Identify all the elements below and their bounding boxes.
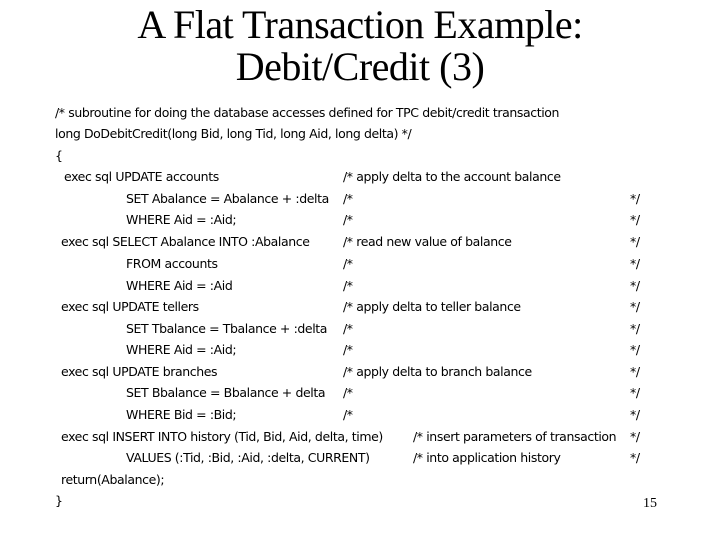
code-line-stmt: WHERE Aid = :Aid;: [126, 342, 237, 357]
comment-end: */: [630, 212, 640, 227]
code-line-comment: /*: [343, 212, 353, 227]
code-line-comment: /* insert parameters of transaction: [413, 429, 617, 444]
comment-end: */: [630, 364, 640, 379]
code-line-stmt: SET Tbalance = Tbalance + :delta: [126, 321, 328, 336]
comment-end: */: [630, 191, 640, 206]
open-brace: {: [55, 148, 63, 163]
comment-end: */: [630, 385, 640, 400]
page-number: 15: [643, 496, 657, 511]
code-line-stmt: exec sql SELECT Abalance INTO :Abalance: [61, 234, 310, 249]
comment-end: */: [630, 429, 640, 444]
close-brace: }: [55, 493, 63, 508]
comment-end: */: [630, 234, 640, 249]
return-statement: return(Abalance);: [61, 472, 165, 487]
code-line-stmt: exec sql INSERT INTO history (Tid, Bid, …: [61, 429, 383, 444]
code-line-comment: /*: [343, 278, 353, 293]
code-line-stmt: exec sql UPDATE branches: [61, 364, 218, 379]
code-line-comment: /*: [343, 256, 353, 271]
code-line-stmt: FROM accounts: [126, 256, 218, 271]
code-line-comment: /*: [343, 191, 353, 206]
code-line-stmt: WHERE Aid = :Aid: [126, 278, 233, 293]
code-line-comment: /* apply delta to teller balance: [343, 299, 521, 314]
code-block: /* subroutine for doing the database acc…: [0, 0, 720, 540]
function-signature: long DoDebitCredit(long Bid, long Tid, l…: [55, 126, 412, 141]
code-line-stmt: VALUES (:Tid, :Bid, :Aid, :delta, CURREN…: [126, 450, 370, 465]
code-line-stmt: SET Abalance = Abalance + :delta: [126, 191, 329, 206]
comment-end: */: [630, 321, 640, 336]
code-line-stmt: WHERE Bid = :Bid;: [126, 407, 237, 422]
code-line-comment: /* into application history: [413, 450, 561, 465]
code-line-stmt: exec sql UPDATE accounts: [64, 169, 219, 184]
code-line-comment: /*: [343, 407, 353, 422]
code-line-comment: /*: [343, 321, 353, 336]
header-comment: /* subroutine for doing the database acc…: [55, 105, 560, 120]
code-line-comment: /* apply delta to the account balance: [343, 169, 561, 184]
comment-end: */: [630, 299, 640, 314]
code-line-stmt: WHERE Aid = :Aid;: [126, 212, 237, 227]
code-line-stmt: exec sql UPDATE tellers: [61, 299, 199, 314]
comment-end: */: [630, 278, 640, 293]
comment-end: */: [630, 450, 640, 465]
comment-end: */: [630, 256, 640, 271]
code-line-stmt: SET Bbalance = Bbalance + delta: [126, 385, 326, 400]
comment-end: */: [630, 407, 640, 422]
code-line-comment: /* apply delta to branch balance: [343, 364, 532, 379]
code-line-comment: /*: [343, 385, 353, 400]
code-line-comment: /* read new value of balance: [343, 234, 512, 249]
comment-end: */: [630, 342, 640, 357]
code-line-comment: /*: [343, 342, 353, 357]
